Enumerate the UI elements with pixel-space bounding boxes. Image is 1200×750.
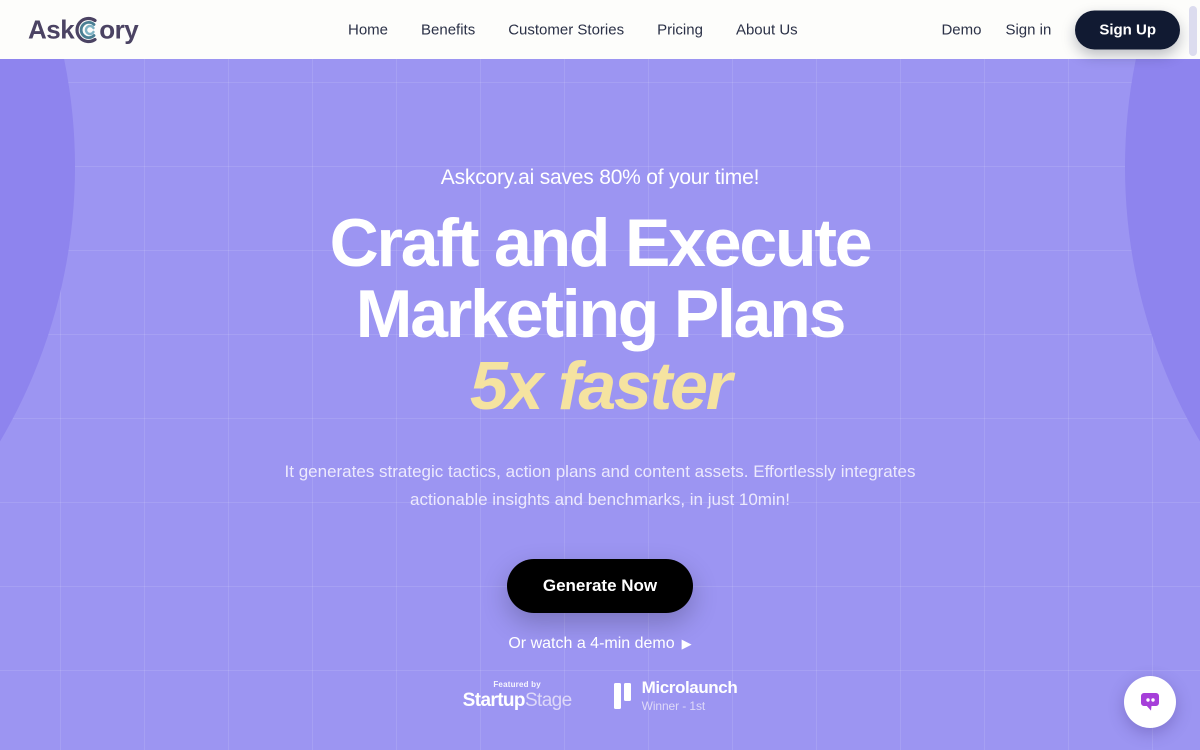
nav-item-pricing[interactable]: Pricing [657, 21, 703, 38]
startupstage-name-light: Stage [524, 689, 572, 711]
primary-navigation: Home Benefits Customer Stories Pricing A… [348, 21, 798, 38]
concentric-arc-c-icon [74, 16, 100, 43]
signup-button[interactable]: Sign Up [1075, 10, 1180, 49]
hero-headline-line1: Craft and Execute [329, 205, 873, 281]
hero-headline-line2: Marketing Plans [355, 275, 847, 352]
badge-startupstage[interactable]: Featured by StartupStage [462, 679, 573, 712]
nav-item-demo[interactable]: Demo [941, 21, 981, 38]
microlaunch-bars-icon [613, 682, 631, 709]
microlaunch-subtitle: Winner - 1st [641, 699, 706, 714]
nav-item-about-us[interactable]: About Us [736, 21, 798, 38]
chat-widget-button[interactable] [1124, 676, 1176, 728]
startupstage-featured-label: Featured by [493, 679, 541, 689]
microlaunch-title: Microlaunch [641, 677, 738, 697]
hero-subtext: It generates strategic tactics, action p… [284, 462, 916, 510]
secondary-navigation: Demo Sign in Sign Up [941, 10, 1180, 49]
badge-microlaunch[interactable]: Microlaunch Winner - 1st [613, 677, 738, 714]
page-scrollbar[interactable] [1186, 0, 1200, 750]
nav-item-customer-stories[interactable]: Customer Stories [508, 21, 624, 38]
nav-item-signin[interactable]: Sign in [1005, 21, 1051, 38]
scrollbar-thumb[interactable] [1189, 6, 1197, 56]
startupstage-name-bold: Startup [462, 689, 526, 711]
brand-name-suffix: ory [99, 14, 139, 44]
brand-logo[interactable]: Ask ory [28, 14, 139, 45]
generate-now-button[interactable]: Generate Now [506, 558, 694, 613]
brand-name-prefix: Ask [28, 14, 75, 44]
award-badges: Featured by StartupStage Microlaunch Win… [462, 677, 738, 714]
watch-demo-link[interactable]: Or watch a 4-min demo ▶ [508, 635, 691, 653]
hero-headline-accent: 5x faster [470, 348, 732, 425]
watch-demo-label: Or watch a 4-min demo [508, 634, 675, 652]
hero-section: Askcory.ai saves 80% of your time! Craft… [0, 59, 1200, 750]
nav-item-home[interactable]: Home [348, 21, 388, 38]
site-header: Ask ory Home Benefits Customer Stories P… [0, 0, 1200, 59]
play-triangle-icon: ▶ [681, 636, 692, 652]
hero-headline: Craft and Execute Marketing Plans 5x fas… [329, 205, 873, 425]
nav-item-benefits[interactable]: Benefits [421, 21, 475, 38]
startupstage-name: StartupStage [462, 689, 573, 712]
hero-tagline: Askcory.ai saves 80% of your time! [440, 166, 760, 189]
chat-bubble-icon [1141, 693, 1159, 711]
